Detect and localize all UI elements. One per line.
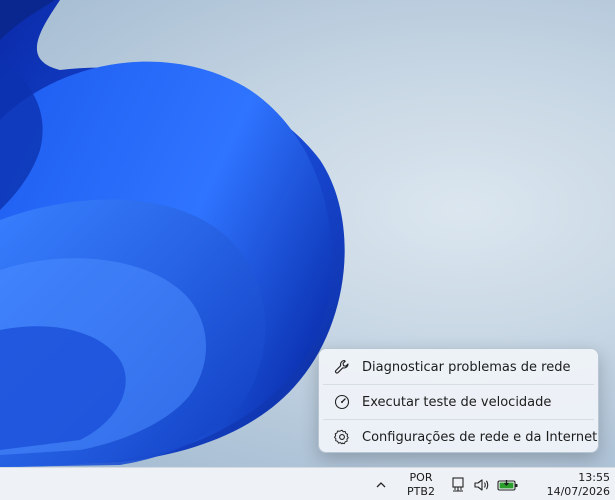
menu-item-label: Executar teste de velocidade xyxy=(362,394,552,410)
network-icon[interactable] xyxy=(449,475,467,495)
network-context-menu: Diagnosticar problemas de rede Executar … xyxy=(318,348,599,453)
keyboard-layout: PTB2 xyxy=(407,485,435,498)
volume-icon[interactable] xyxy=(472,475,492,495)
menu-item-label: Diagnosticar problemas de rede xyxy=(362,359,571,375)
input-language-indicator[interactable]: POR PTB2 xyxy=(404,471,438,499)
menu-item-network-settings[interactable]: Configurações de rede e da Internet xyxy=(319,420,598,454)
chevron-up-icon[interactable] xyxy=(372,476,390,494)
clock-time: 13:55 xyxy=(578,471,610,484)
clock-date: 14/07/2026 xyxy=(546,485,610,498)
menu-item-diagnose-network[interactable]: Diagnosticar problemas de rede xyxy=(319,350,598,384)
taskbar: POR PTB2 13:55 14/07/2026 xyxy=(0,467,615,500)
gear-icon xyxy=(334,429,350,445)
language-code: POR xyxy=(409,471,433,484)
speedometer-icon xyxy=(334,394,350,410)
menu-item-label: Configurações de rede e da Internet xyxy=(362,429,598,445)
system-clock[interactable]: 13:55 14/07/2026 xyxy=(528,471,610,499)
battery-icon[interactable] xyxy=(497,475,519,495)
menu-item-speed-test[interactable]: Executar teste de velocidade xyxy=(319,385,598,419)
wrench-icon xyxy=(334,359,350,375)
